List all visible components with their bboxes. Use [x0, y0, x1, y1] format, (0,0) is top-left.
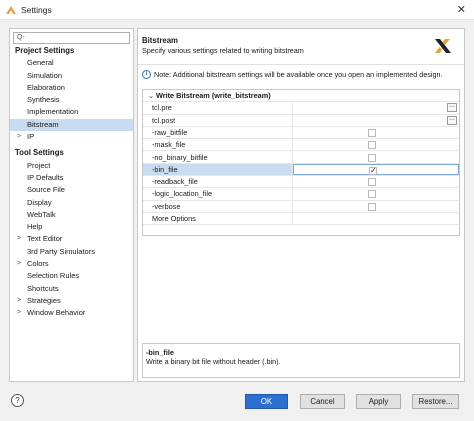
nav-item-ip[interactable]: > IP — [10, 131, 133, 143]
nav-item-display[interactable]: Display — [10, 197, 133, 209]
chevron-right-icon[interactable]: > — [17, 131, 21, 143]
option-name: -no_binary_bitfile — [143, 151, 293, 163]
help-icon[interactable]: ? — [11, 394, 24, 407]
nav-item-label: Text Editor — [27, 234, 63, 244]
cancel-button[interactable]: Cancel — [300, 394, 345, 409]
description-text: Write a binary bit file without header (… — [146, 357, 281, 366]
option-row-raw-bitfile[interactable]: -raw_bitfile — [143, 126, 459, 140]
title-bar: Settings ✕ — [0, 0, 474, 20]
option-name: -logic_location_file — [143, 188, 293, 200]
option-row-bin-file[interactable]: -bin_file ✓ — [143, 163, 459, 177]
option-row-more-options[interactable]: More Options — [143, 213, 459, 226]
info-note: i Note: Additional bitstream settings wi… — [142, 70, 442, 79]
nav-item-general[interactable]: General — [10, 57, 133, 69]
panel-header: Bitstream Specify various settings relat… — [138, 29, 464, 65]
option-value — [293, 139, 459, 150]
no-binary-bitfile-checkbox[interactable] — [368, 153, 376, 162]
mask-file-checkbox[interactable] — [368, 141, 376, 150]
search-input[interactable]: Q- — [13, 32, 130, 44]
option-value: ✓ — [293, 163, 459, 176]
option-name: -verbose — [143, 200, 293, 212]
bin-file-checkbox[interactable]: ✓ — [369, 166, 377, 175]
option-name: -mask_file — [143, 139, 293, 151]
nav-item-source-file[interactable]: Source File — [10, 184, 133, 196]
nav-item-ip-defaults[interactable]: IP Defaults — [10, 172, 133, 184]
nav-item-3rd-party-simulators[interactable]: 3rd Party Simulators — [10, 246, 133, 258]
option-value — [293, 127, 459, 138]
option-name: -readback_file — [143, 176, 293, 188]
option-name: -bin_file — [143, 163, 293, 176]
option-value — [293, 152, 459, 163]
note-text: Note: Additional bitstream settings will… — [154, 70, 443, 79]
nav-item-label: Window Behavior — [27, 308, 86, 318]
chevron-down-icon[interactable]: ⌄ — [148, 90, 156, 101]
bitstream-settings-panel: Bitstream Specify various settings relat… — [137, 28, 465, 382]
nav-item-label: Colors — [27, 259, 49, 269]
option-row-logic-location-file[interactable]: -logic_location_file — [143, 188, 459, 201]
settings-tree: Project Settings General Simulation Elab… — [10, 45, 133, 320]
nav-item-elaboration[interactable]: Elaboration — [10, 82, 133, 94]
nav-item-project[interactable]: Project — [10, 160, 133, 172]
page-title: Bitstream — [142, 36, 178, 45]
readback-file-checkbox[interactable] — [368, 178, 376, 187]
settings-nav-panel: Q- Project Settings General Simulation E… — [9, 28, 134, 382]
nav-item-label: IP — [27, 132, 35, 142]
nav-item-selection-rules[interactable]: Selection Rules — [10, 270, 133, 282]
info-icon: i — [142, 70, 151, 79]
nav-item-strategies[interactable]: > Strategies — [10, 295, 133, 307]
group-row[interactable]: ⌄ Write Bitstream (write_bitstream) — [143, 90, 459, 103]
nav-item-bitstream[interactable]: Bitstream — [10, 118, 133, 132]
vivado-icon — [6, 5, 16, 15]
option-row-tcl-post[interactable]: tcl.post … — [143, 114, 459, 127]
nav-item-synthesis[interactable]: Synthesis — [10, 94, 133, 106]
group-label: ⌄ Write Bitstream (write_bitstream) — [143, 90, 459, 101]
option-name: -raw_bitfile — [143, 126, 293, 139]
options-table: ⌄ Write Bitstream (write_bitstream) tcl.p… — [142, 89, 460, 236]
tool-settings-header: Tool Settings — [15, 148, 64, 158]
raw-bitfile-checkbox[interactable] — [368, 128, 376, 137]
option-description-box: -bin_file Write a binary bit file withou… — [142, 343, 460, 378]
window-title: Settings — [21, 4, 52, 15]
ok-button[interactable]: OK — [245, 394, 288, 409]
option-row-no-binary-bitfile[interactable]: -no_binary_bitfile — [143, 151, 459, 164]
chevron-right-icon[interactable]: > — [17, 295, 21, 307]
chevron-right-icon[interactable]: > — [17, 258, 21, 270]
browse-button[interactable]: … — [447, 115, 457, 125]
xilinx-logo-icon — [434, 37, 452, 55]
nav-item-window-behavior[interactable]: > Window Behavior — [10, 307, 133, 319]
nav-item-simulation[interactable]: Simulation — [10, 70, 133, 82]
option-value[interactable]: … — [293, 102, 459, 113]
nav-item-webtalk[interactable]: WebTalk — [10, 209, 133, 221]
logic-location-file-checkbox[interactable] — [368, 190, 376, 199]
option-row-tcl-pre[interactable]: tcl.pre … — [143, 102, 459, 115]
close-icon[interactable]: ✕ — [457, 3, 466, 17]
option-name: tcl.pre — [143, 102, 293, 114]
restore-button[interactable]: Restore... — [412, 394, 459, 409]
verbose-checkbox[interactable] — [368, 202, 376, 211]
option-row-readback-file[interactable]: -readback_file — [143, 176, 459, 189]
nav-item-shortcuts[interactable]: Shortcuts — [10, 283, 133, 295]
option-value — [293, 188, 459, 199]
nav-item-label: Strategies — [27, 295, 61, 305]
project-settings-header: Project Settings — [15, 46, 75, 55]
page-description: Specify various settings related to writ… — [142, 46, 304, 55]
nav-item-text-editor[interactable]: > Text Editor — [10, 233, 133, 245]
option-row-verbose[interactable]: -verbose — [143, 200, 459, 213]
nav-item-implementation[interactable]: Implementation — [10, 106, 133, 118]
option-value-text-field[interactable] — [293, 213, 459, 224]
option-value[interactable]: … — [293, 115, 459, 126]
option-value — [293, 176, 459, 187]
chevron-right-icon[interactable]: > — [17, 307, 21, 319]
chevron-right-icon[interactable]: > — [17, 233, 21, 245]
nav-item-help[interactable]: Help — [10, 221, 133, 233]
option-name: tcl.post — [143, 114, 293, 126]
group-title: Write Bitstream (write_bitstream) — [156, 91, 271, 100]
option-value — [293, 201, 459, 212]
nav-item-colors[interactable]: > Colors — [10, 258, 133, 270]
browse-button[interactable]: … — [447, 103, 457, 113]
option-name: More Options — [143, 213, 293, 225]
option-row-mask-file[interactable]: -mask_file — [143, 139, 459, 152]
description-title: -bin_file — [146, 348, 174, 357]
apply-button[interactable]: Apply — [356, 394, 401, 409]
